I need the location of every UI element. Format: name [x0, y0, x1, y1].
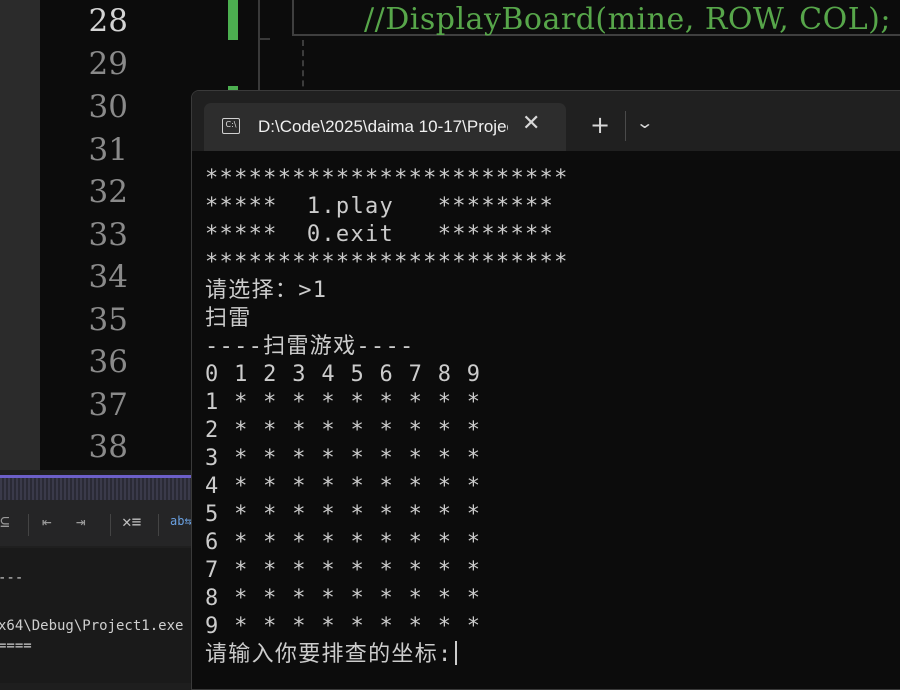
board-row: 5 * * * * * * * * *: [205, 502, 482, 527]
console-line: ----扫雷游戏----: [205, 334, 415, 359]
toolbar-separator: [110, 514, 111, 536]
board-row: 6 * * * * * * * * *: [205, 530, 482, 555]
code-comment-line[interactable]: //DisplayBoard(mine, ROW, COL);: [364, 2, 891, 37]
word-wrap-icon[interactable]: ab⇆: [170, 514, 192, 528]
console-line: 请选择：>1: [205, 278, 328, 303]
line-number: 33: [88, 217, 128, 253]
find-message-icon[interactable]: ⊆: [0, 512, 10, 531]
text-cursor: [454, 641, 457, 665]
board-header: 0 1 2 3 4 5 6 7 8 9: [205, 362, 482, 387]
line-number: 36: [88, 344, 128, 380]
input-prompt-line[interactable]: 请输入你要排查的坐标:: [205, 641, 569, 669]
line-number: 34: [88, 259, 128, 295]
console-line: *************************: [205, 166, 569, 191]
terminal-tab[interactable]: C:\ D:\Code\2025\daima 10-17\Project1\x6…: [204, 103, 566, 151]
output-line: ====: [0, 638, 32, 654]
clear-all-icon[interactable]: ✕≡: [122, 512, 141, 531]
toolbar-separator: [28, 514, 29, 536]
board-row: 1 * * * * * * * * *: [205, 390, 482, 415]
board-row: 7 * * * * * * * * *: [205, 558, 482, 583]
line-number: 28: [88, 3, 128, 39]
terminal-window[interactable]: C:\ D:\Code\2025\daima 10-17\Project1\x6…: [191, 90, 900, 690]
change-indicator: [228, 0, 238, 40]
board-row: 8 * * * * * * * * *: [205, 586, 482, 611]
output-text-area: --- x64\Debug\Project1.exe ====: [0, 548, 200, 683]
chevron-down-icon[interactable]: ⌄: [635, 113, 654, 132]
line-number: 29: [88, 46, 128, 82]
editor-gutter: [0, 0, 40, 470]
board-row: 9 * * * * * * * * *: [205, 614, 482, 639]
line-number: 37: [88, 387, 128, 423]
console-line: ***** 0.exit ********: [205, 222, 555, 247]
output-line: ---: [0, 570, 24, 586]
close-icon[interactable]: ✕: [522, 111, 540, 136]
board-row: 3 * * * * * * * * *: [205, 446, 482, 471]
input-prompt: 请输入你要排查的坐标:: [205, 642, 453, 667]
line-number: 32: [88, 174, 128, 210]
outline-guide-tick: [258, 38, 270, 40]
line-number: 38: [88, 429, 128, 465]
previous-message-icon[interactable]: ⇤: [42, 512, 52, 531]
console-line: 扫雷: [205, 306, 252, 331]
console-icon: C:\: [222, 118, 240, 134]
console-line: ***** 1.play ********: [205, 194, 555, 219]
new-tab-button[interactable]: +: [590, 111, 610, 139]
toolbar-separator: [158, 514, 159, 536]
output-line: x64\Debug\Project1.exe: [0, 618, 184, 634]
tab-title: D:\Code\2025\daima 10-17\Project1\x64\De…: [258, 117, 508, 136]
board-row: 2 * * * * * * * * *: [205, 418, 482, 443]
console-line: *************************: [205, 250, 569, 275]
titlebar-separator: [625, 111, 626, 141]
board-row: 4 * * * * * * * * *: [205, 474, 482, 499]
console-output[interactable]: ************************* ***** 1.play *…: [205, 165, 569, 669]
output-toolbar: ⊆ ⇤ ⇥ ✕≡ ab⇆: [0, 500, 200, 546]
next-message-icon[interactable]: ⇥: [76, 512, 86, 531]
terminal-titlebar[interactable]: C:\ D:\Code\2025\daima 10-17\Project1\x6…: [192, 91, 900, 151]
line-number: 35: [88, 302, 128, 338]
line-number: 30: [88, 89, 128, 125]
line-number-column: 28 29 30 31 32 33 34 35 36 37 38: [40, 0, 162, 470]
line-number: 31: [88, 132, 128, 168]
panel-drag-handle[interactable]: [0, 475, 200, 500]
